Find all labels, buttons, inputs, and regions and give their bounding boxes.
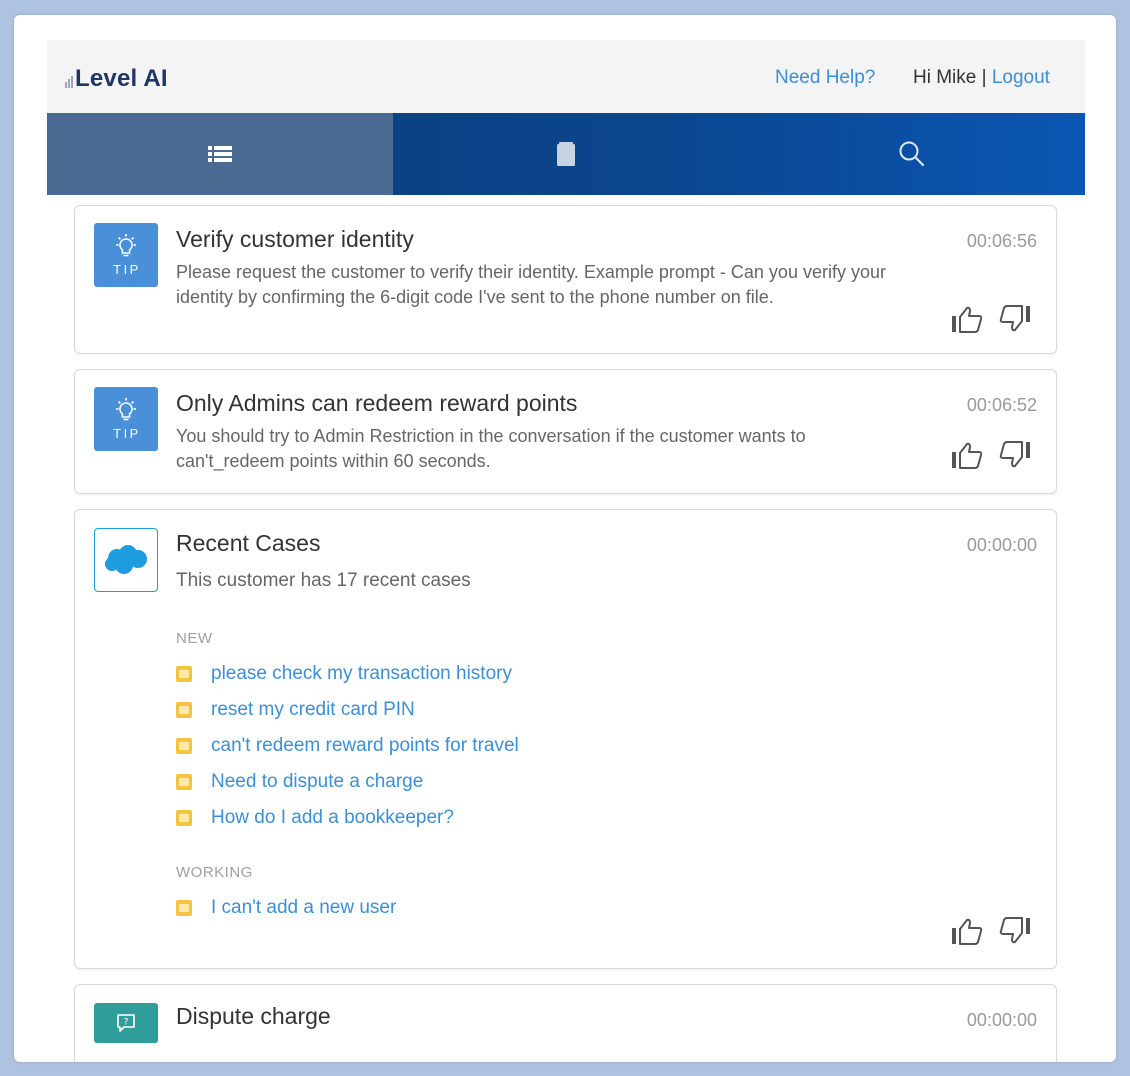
- recent-cases-card: Recent Cases 00:00:00 This customer has …: [74, 509, 1057, 969]
- tip-badge: TIP: [94, 387, 158, 451]
- user-greeting: Hi Mike: [913, 67, 977, 88]
- case-title[interactable]: reset my credit card PIN: [211, 699, 415, 721]
- need-help-link[interactable]: Need Help?: [775, 67, 875, 89]
- tip-badge: TIP: [94, 223, 158, 287]
- case-link[interactable]: How do I add a bookkeeper?: [176, 805, 454, 831]
- case-icon: [176, 810, 192, 826]
- thumbs-up-icon[interactable]: [950, 440, 984, 470]
- logout-link[interactable]: Logout: [992, 67, 1050, 88]
- case-icon: [176, 774, 192, 790]
- case-icon: [176, 738, 192, 754]
- dispute-charge-card: ? Dispute charge 00:00:00: [74, 984, 1057, 1062]
- cards-list[interactable]: TIP Verify customer identity 00:06:56 Pl…: [47, 195, 1085, 1062]
- logo: Level AI: [65, 65, 168, 93]
- case-title[interactable]: can't redeem reward points for travel: [211, 735, 519, 757]
- book-icon: [557, 142, 575, 166]
- tab-bar: [47, 113, 1085, 195]
- tip-card: TIP Only Admins can redeem reward points…: [74, 369, 1057, 494]
- card-title: Only Admins can redeem reward points: [176, 390, 578, 416]
- tab-search[interactable]: [739, 113, 1085, 195]
- card-title: Verify customer identity: [176, 226, 414, 252]
- thumbs-down-icon[interactable]: [998, 440, 1032, 470]
- case-icon: [176, 702, 192, 718]
- card-body: Please request the customer to verify th…: [176, 262, 886, 307]
- feedback-controls: [950, 916, 1032, 946]
- card-title: Recent Cases: [176, 530, 321, 556]
- section-label-working: WORKING: [176, 864, 253, 881]
- lightbulb-icon: [116, 398, 136, 421]
- card-body: You should try to Admin Restriction in t…: [176, 426, 806, 471]
- chat-badge: ?: [94, 1003, 158, 1043]
- section-label-new: NEW: [176, 630, 213, 647]
- greeting-separator: |: [981, 67, 987, 88]
- lightbulb-icon: [116, 234, 136, 257]
- thumbs-down-icon[interactable]: [998, 304, 1032, 334]
- case-link[interactable]: I can't add a new user: [176, 895, 396, 921]
- chat-question-icon: ?: [117, 1014, 135, 1032]
- logo-text: Level AI: [75, 65, 168, 92]
- salesforce-cloud-icon: [105, 545, 147, 574]
- case-title[interactable]: I can't add a new user: [211, 897, 396, 919]
- cases-summary: This customer has 17 recent cases: [176, 570, 471, 591]
- thumbs-up-icon[interactable]: [950, 304, 984, 334]
- case-title[interactable]: How do I add a bookkeeper?: [211, 807, 454, 829]
- tab-knowledge[interactable]: [393, 113, 739, 195]
- card-title: Dispute charge: [176, 1003, 331, 1029]
- card-timestamp: 00:06:52: [966, 395, 1037, 415]
- case-link[interactable]: can't redeem reward points for travel: [176, 733, 519, 759]
- feedback-controls: [950, 304, 1032, 334]
- case-icon: [176, 900, 192, 916]
- case-link[interactable]: reset my credit card PIN: [176, 697, 415, 723]
- case-link[interactable]: please check my transaction history: [176, 661, 512, 687]
- svg-text:?: ?: [124, 1018, 129, 1028]
- list-icon: [208, 146, 232, 162]
- thumbs-down-icon[interactable]: [998, 916, 1032, 946]
- thumbs-up-icon[interactable]: [950, 916, 984, 946]
- tip-card: TIP Verify customer identity 00:06:56 Pl…: [74, 205, 1057, 354]
- case-title[interactable]: please check my transaction history: [211, 663, 512, 685]
- search-icon: [899, 141, 925, 167]
- card-timestamp: 00:00:00: [966, 535, 1037, 555]
- case-icon: [176, 666, 192, 682]
- case-title[interactable]: Need to dispute a charge: [211, 771, 423, 793]
- tab-list[interactable]: [47, 113, 393, 195]
- user-greeting-area: Hi Mike | Logout: [913, 67, 1050, 89]
- salesforce-badge: [94, 528, 158, 592]
- app-header: Level AI Need Help? Hi Mike | Logout: [47, 40, 1085, 113]
- feedback-controls: [950, 440, 1032, 470]
- tip-label: TIP: [113, 426, 141, 441]
- assistant-panel: Level AI Need Help? Hi Mike | Logout TIP…: [14, 15, 1116, 1062]
- tip-label: TIP: [113, 262, 141, 277]
- card-timestamp: 00:00:00: [966, 1010, 1037, 1030]
- logo-bars-icon: [65, 76, 73, 88]
- case-link[interactable]: Need to dispute a charge: [176, 769, 423, 795]
- card-timestamp: 00:06:56: [966, 231, 1037, 251]
